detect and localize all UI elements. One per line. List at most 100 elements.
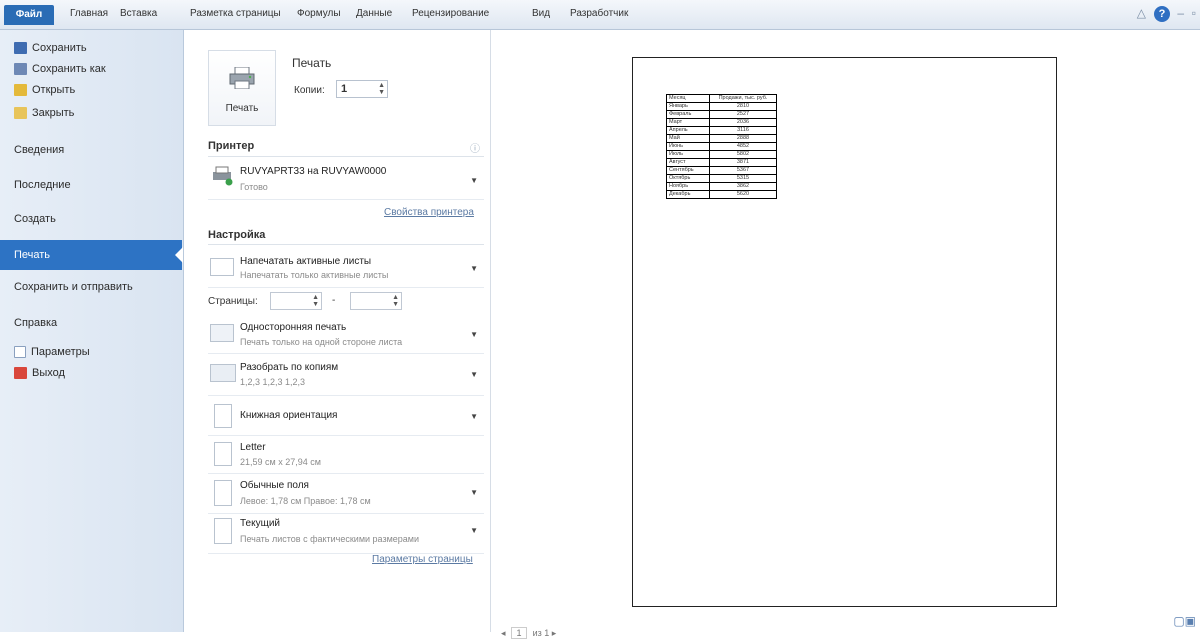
ribbon: Файл Главная Вставка Разметка страницы Ф… (0, 0, 1200, 30)
nav-print[interactable]: Печать (0, 240, 183, 270)
page-setup-link[interactable]: Параметры страницы (372, 554, 473, 565)
table-cell: 5620 (709, 190, 777, 199)
chevron-down-icon: ▼ (470, 264, 478, 273)
one-sided-icon (210, 324, 234, 342)
sides-subtitle: Печать только на одной стороне листа (240, 337, 403, 347)
window-restore-icon[interactable]: ▫ (1192, 6, 1196, 20)
pages-label: Страницы: (208, 296, 258, 307)
tab-page-layout[interactable]: Разметка страницы (190, 8, 281, 19)
pages-from-input[interactable]: ▲ ▼ (270, 292, 322, 310)
nav-close-label: Закрыть (32, 107, 75, 119)
table-cell: 4852 (709, 142, 777, 151)
printer-divider (208, 156, 484, 157)
collate-icon (210, 364, 236, 382)
nav-open-label: Открыть (32, 84, 76, 96)
show-margins-icon[interactable]: ▢ (1173, 614, 1184, 628)
nav-save[interactable]: Сохранить (14, 42, 87, 54)
zoom-to-page-icon[interactable]: ▣ (1185, 614, 1196, 628)
table-header-cell: Продажи, тыс. руб. (709, 94, 777, 103)
page-number-input[interactable]: 1 (511, 627, 528, 639)
tab-formulas[interactable]: Формулы (297, 8, 341, 19)
nav-recent[interactable]: Последние (14, 179, 71, 191)
print-preview: Месяц Продажи, тыс. руб. Январь 2810 Февр… (490, 30, 1200, 639)
chevron-down-icon: ▼ (470, 526, 478, 535)
tab-review[interactable]: Рецензирование (412, 8, 489, 19)
pages-from-spinner-icon[interactable]: ▲ ▼ (312, 294, 319, 308)
table-cell: Июль (666, 150, 710, 159)
copies-spinner-icon[interactable]: ▲ ▼ (378, 82, 385, 96)
chevron-down-icon: ▼ (470, 412, 478, 421)
margins-title: Обычные поля (240, 480, 309, 491)
table-cell: Январь (666, 102, 710, 111)
tab-developer[interactable]: Разработчик (570, 8, 628, 19)
printer-info-icon[interactable]: ⓘ (470, 140, 480, 155)
backstage-nav: Сохранить Сохранить как Открыть Закрыть … (0, 30, 184, 632)
nav-save-as[interactable]: Сохранить как (14, 63, 106, 75)
nav-save-send[interactable]: Сохранить и отправить (14, 281, 133, 293)
zoom-controls: ▢▣ (1173, 614, 1196, 628)
table-cell: 2036 (709, 118, 777, 127)
scaling-title: Текущий (240, 518, 280, 529)
table-row: Ноябрь 3862 (666, 182, 777, 191)
nav-info-label: Сведения (14, 144, 65, 156)
table-row: Сентябрь 5367 (666, 166, 777, 175)
next-page-icon[interactable]: ▸ (552, 628, 557, 638)
help-icon[interactable]: ? (1154, 6, 1170, 22)
minimize-ribbon-icon[interactable]: △ (1137, 6, 1146, 20)
copies-value: 1 (341, 83, 348, 95)
table-row: Октябрь 5315 (666, 174, 777, 183)
preview-table: Месяц Продажи, тыс. руб. Январь 2810 Февр… (666, 94, 777, 199)
tab-view[interactable]: Вид (532, 8, 550, 19)
nav-options[interactable]: Параметры (14, 346, 90, 358)
printer-name: RUVYAPRT33 на RUVYAW0000 (240, 166, 387, 177)
print-button[interactable]: Печать (208, 50, 276, 126)
nav-save-label: Сохранить (32, 42, 87, 54)
pages-to-input[interactable]: ▲ ▼ (350, 292, 402, 310)
nav-exit-label: Выход (32, 367, 65, 379)
table-cell: Декабрь (666, 190, 710, 199)
nav-help[interactable]: Справка (14, 317, 57, 329)
nav-create[interactable]: Создать (14, 213, 56, 225)
sides-title: Односторонняя печать (240, 322, 347, 333)
nav-open[interactable]: Открыть (14, 84, 75, 96)
sides-select[interactable]: Односторонняя печать Печать только на од… (208, 316, 484, 354)
margins-select[interactable]: Обычные поля Левое: 1,78 см Правое: 1,78… (208, 474, 484, 514)
tab-file[interactable]: Файл (4, 5, 54, 25)
table-cell: 3871 (709, 158, 777, 167)
open-folder-icon (14, 84, 27, 96)
print-title: Печать (292, 56, 332, 70)
nav-save-as-label: Сохранить как (32, 63, 106, 75)
table-cell: Апрель (666, 126, 710, 135)
tab-home[interactable]: Главная (70, 8, 108, 19)
print-what-subtitle: Напечатать только активные листы (240, 270, 389, 280)
paper-size-select[interactable]: Letter 21,59 см x 27,94 см (208, 436, 484, 474)
pages-to-spinner-icon[interactable]: ▲ ▼ (392, 294, 399, 308)
window-minimize-icon[interactable]: – (1177, 6, 1184, 20)
nav-close[interactable]: Закрыть (14, 107, 74, 119)
portrait-icon (214, 404, 232, 428)
nav-options-label: Параметры (31, 346, 90, 358)
nav-info[interactable]: Сведения (14, 144, 64, 156)
table-cell: Октябрь (666, 174, 710, 183)
printer-select[interactable]: RUVYAPRT33 на RUVYAW0000 Готово ▼ (208, 160, 484, 200)
table-cell: 5802 (709, 150, 777, 159)
scaling-subtitle: Печать листов с фактическими размерами (240, 534, 419, 544)
orientation-title: Книжная ориентация (240, 410, 338, 421)
paper-subtitle: 21,59 см x 27,94 см (240, 457, 321, 467)
table-cell: Май (666, 134, 710, 143)
table-cell: 2527 (709, 110, 777, 119)
sheet-icon (210, 258, 234, 276)
printer-section-title: Принтер (208, 140, 255, 152)
copies-input[interactable]: 1 ▲ ▼ (336, 80, 388, 98)
tab-insert[interactable]: Вставка (120, 8, 157, 19)
scaling-select[interactable]: Текущий Печать листов с фактическими раз… (208, 514, 484, 554)
printer-properties-link[interactable]: Свойства принтера (384, 207, 474, 218)
orientation-select[interactable]: Книжная ориентация ▼ (208, 398, 484, 436)
prev-page-icon[interactable]: ◂ (501, 628, 506, 638)
table-row: Июнь 4852 (666, 142, 777, 151)
nav-exit[interactable]: Выход (14, 367, 65, 379)
print-what-select[interactable]: Напечатать активные листы Напечатать тол… (208, 248, 484, 288)
table-cell: Август (666, 158, 710, 167)
tab-data[interactable]: Данные (356, 8, 392, 19)
collate-select[interactable]: Разобрать по копиям 1,2,3 1,2,3 1,2,3 ▼ (208, 356, 484, 396)
